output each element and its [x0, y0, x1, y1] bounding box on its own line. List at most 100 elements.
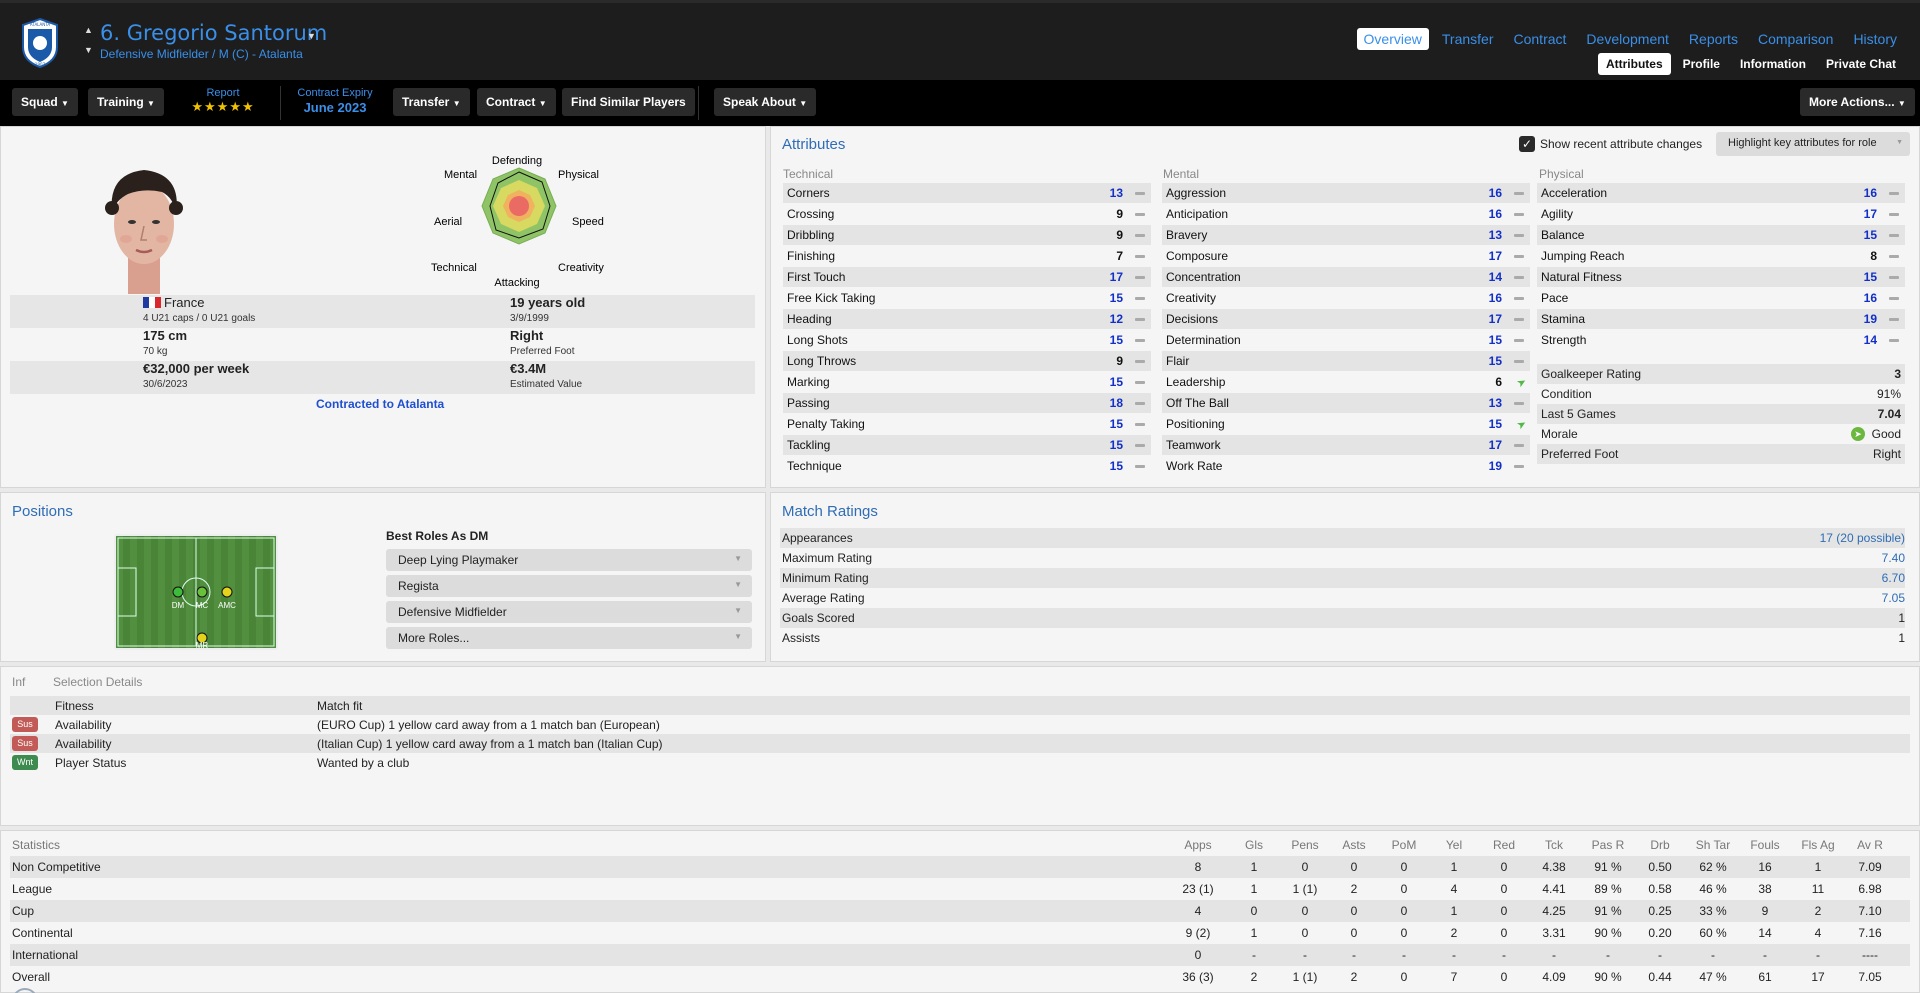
- nationality[interactable]: France: [164, 295, 204, 310]
- next-player-icon[interactable]: ▼: [84, 45, 93, 55]
- stat-cell: 7.16: [1858, 926, 1882, 940]
- attribute-change-dash-icon: [1135, 297, 1145, 300]
- attribute-row-marking[interactable]: Marking 15: [783, 372, 1151, 392]
- attribute-name: Leadership: [1166, 375, 1226, 389]
- attribute-name: Corners: [787, 186, 830, 200]
- attribute-row-long-throws[interactable]: Long Throws 9: [783, 351, 1151, 371]
- attribute-row-finishing[interactable]: Finishing 7: [783, 246, 1151, 266]
- attribute-row-crossing[interactable]: Crossing 9: [783, 204, 1151, 224]
- stat-column-av-r[interactable]: Av R: [1840, 838, 1900, 852]
- attribute-row-balance[interactable]: Balance 15: [1537, 225, 1905, 245]
- attribute-row-dribbling[interactable]: Dribbling 9: [783, 225, 1151, 245]
- info-row-height: 175 cm 70 kg Right Preferred Foot: [10, 328, 755, 361]
- contract-button[interactable]: Contract ▼: [477, 88, 556, 116]
- attribute-value: 13: [1109, 186, 1123, 200]
- attribute-row-free-kick-taking[interactable]: Free Kick Taking 15: [783, 288, 1151, 308]
- role-dropdown-defensive-midfielder[interactable]: Defensive Midfielder ▼: [386, 601, 752, 623]
- subtab-attributes[interactable]: Attributes: [1597, 53, 1671, 75]
- attribute-row-tackling[interactable]: Tackling 15: [783, 435, 1151, 455]
- squad-button[interactable]: Squad ▼: [12, 88, 78, 116]
- attribute-row-creativity[interactable]: Creativity 16: [1162, 288, 1530, 308]
- stat-cell: 90 %: [1594, 970, 1622, 984]
- attribute-row-determination[interactable]: Determination 15: [1162, 330, 1530, 350]
- more-actions-button[interactable]: More Actions... ▼: [1800, 88, 1915, 116]
- tab-transfer[interactable]: Transfer: [1435, 28, 1501, 50]
- find-similar-players-button[interactable]: Find Similar Players: [562, 88, 695, 116]
- chevron-down-icon: ▼: [734, 632, 742, 641]
- attribute-row-technique[interactable]: Technique 15: [783, 456, 1151, 476]
- stat-column-pas-r[interactable]: Pas R: [1578, 838, 1638, 852]
- stat-column-fouls[interactable]: Fouls: [1735, 838, 1795, 852]
- attribute-row-penalty-taking[interactable]: Penalty Taking 15: [783, 414, 1151, 434]
- stat-cell: 11: [1811, 882, 1825, 896]
- report-summary[interactable]: Report ★★★★★: [185, 87, 261, 115]
- player-position-club[interactable]: Defensive Midfielder / M (C) - Atalanta: [100, 47, 303, 61]
- attribute-row-anticipation[interactable]: Anticipation 16: [1162, 204, 1530, 224]
- stat-column-drb[interactable]: Drb: [1630, 838, 1690, 852]
- attribute-value: 15: [1488, 417, 1502, 431]
- attribute-row-leadership[interactable]: Leadership 6 ➤: [1162, 372, 1530, 392]
- attribute-name: Natural Fitness: [1541, 270, 1622, 284]
- tab-contract[interactable]: Contract: [1507, 28, 1574, 50]
- contract-expiry[interactable]: Contract Expiry June 2023: [290, 87, 380, 115]
- attribute-row-heading[interactable]: Heading 12: [783, 309, 1151, 329]
- speak-about-button[interactable]: Speak About ▼: [714, 88, 817, 116]
- attribute-row-stamina[interactable]: Stamina 19: [1537, 309, 1905, 329]
- transfer-button[interactable]: Transfer ▼: [393, 88, 470, 116]
- more-roles-dropdown[interactable]: More Roles... ▼: [386, 627, 752, 649]
- attribute-row-corners[interactable]: Corners 13: [783, 183, 1151, 203]
- tab-overview[interactable]: Overview: [1356, 28, 1429, 50]
- attribute-row-passing[interactable]: Passing 18: [783, 393, 1151, 413]
- attribute-row-bravery[interactable]: Bravery 13: [1162, 225, 1530, 245]
- previous-player-icon[interactable]: ▲: [84, 25, 93, 35]
- attribute-row-off-the-ball[interactable]: Off The Ball 13: [1162, 393, 1530, 413]
- subtab-private-chat[interactable]: Private Chat: [1818, 53, 1904, 75]
- attribute-name: Determination: [1166, 333, 1241, 347]
- attribute-row-jumping-reach[interactable]: Jumping Reach 8: [1537, 246, 1905, 266]
- stat-column-sh-tar[interactable]: Sh Tar: [1683, 838, 1743, 852]
- club-crest-icon[interactable]: ATALANTA 1907: [20, 17, 60, 69]
- attribute-row-work-rate[interactable]: Work Rate 19: [1162, 456, 1530, 476]
- tab-comparison[interactable]: Comparison: [1751, 28, 1840, 50]
- attribute-change-dash-icon: [1514, 276, 1524, 279]
- contracted-club-link[interactable]: Contracted to Atalanta: [316, 397, 444, 411]
- position-label-dm: DM: [172, 601, 185, 610]
- role-dropdown-deep-lying-playmaker[interactable]: Deep Lying Playmaker ▼: [386, 549, 752, 571]
- stat-column-tck[interactable]: Tck: [1524, 838, 1584, 852]
- attribute-row-agility[interactable]: Agility 17: [1537, 204, 1905, 224]
- attribute-row-acceleration[interactable]: Acceleration 16: [1537, 183, 1905, 203]
- role-dropdown-regista[interactable]: Regista ▼: [386, 575, 752, 597]
- attribute-row-natural-fitness[interactable]: Natural Fitness 15: [1537, 267, 1905, 287]
- stat-column-fls-ag[interactable]: Fls Ag: [1788, 838, 1848, 852]
- stat-row-label: Cup: [12, 904, 35, 918]
- match-rating-value: 6.70: [1881, 571, 1905, 585]
- attribute-row-teamwork[interactable]: Teamwork 17: [1162, 435, 1530, 455]
- chevron-down-icon[interactable]: ▼: [307, 31, 316, 41]
- match-rating-value: 1: [1898, 611, 1905, 625]
- subtab-profile[interactable]: Profile: [1675, 53, 1728, 75]
- attribute-value: 6: [1495, 375, 1502, 389]
- attribute-row-pace[interactable]: Pace 16: [1537, 288, 1905, 308]
- training-button[interactable]: Training ▼: [88, 88, 164, 116]
- show-changes-checkbox[interactable]: ✓: [1519, 136, 1535, 152]
- attribute-row-first-touch[interactable]: First Touch 17: [783, 267, 1151, 287]
- contract-end-date: 30/6/2023: [143, 379, 188, 390]
- attribute-value: 15: [1109, 459, 1123, 473]
- attribute-row-flair[interactable]: Flair 15: [1162, 351, 1530, 371]
- tab-history[interactable]: History: [1846, 28, 1904, 50]
- tab-development[interactable]: Development: [1579, 28, 1676, 50]
- highlight-key-attributes-dropdown[interactable]: Highlight key attributes for role ▼: [1716, 132, 1910, 156]
- tab-reports[interactable]: Reports: [1682, 28, 1745, 50]
- stat-column-apps[interactable]: Apps: [1168, 838, 1228, 852]
- subtab-information[interactable]: Information: [1732, 53, 1814, 75]
- attribute-value: 19: [1488, 459, 1502, 473]
- chevron-down-icon: ▼: [799, 99, 808, 108]
- attribute-row-positioning[interactable]: Positioning 15 ➤: [1162, 414, 1530, 434]
- attribute-row-aggression[interactable]: Aggression 16: [1162, 183, 1530, 203]
- attribute-row-long-shots[interactable]: Long Shots 15: [783, 330, 1151, 350]
- attribute-row-concentration[interactable]: Concentration 14: [1162, 267, 1530, 287]
- attribute-row-composure[interactable]: Composure 17: [1162, 246, 1530, 266]
- attribute-row-strength[interactable]: Strength 14: [1537, 330, 1905, 350]
- player-name[interactable]: 6. Gregorio Santorum: [100, 21, 327, 45]
- attribute-row-decisions[interactable]: Decisions 17: [1162, 309, 1530, 329]
